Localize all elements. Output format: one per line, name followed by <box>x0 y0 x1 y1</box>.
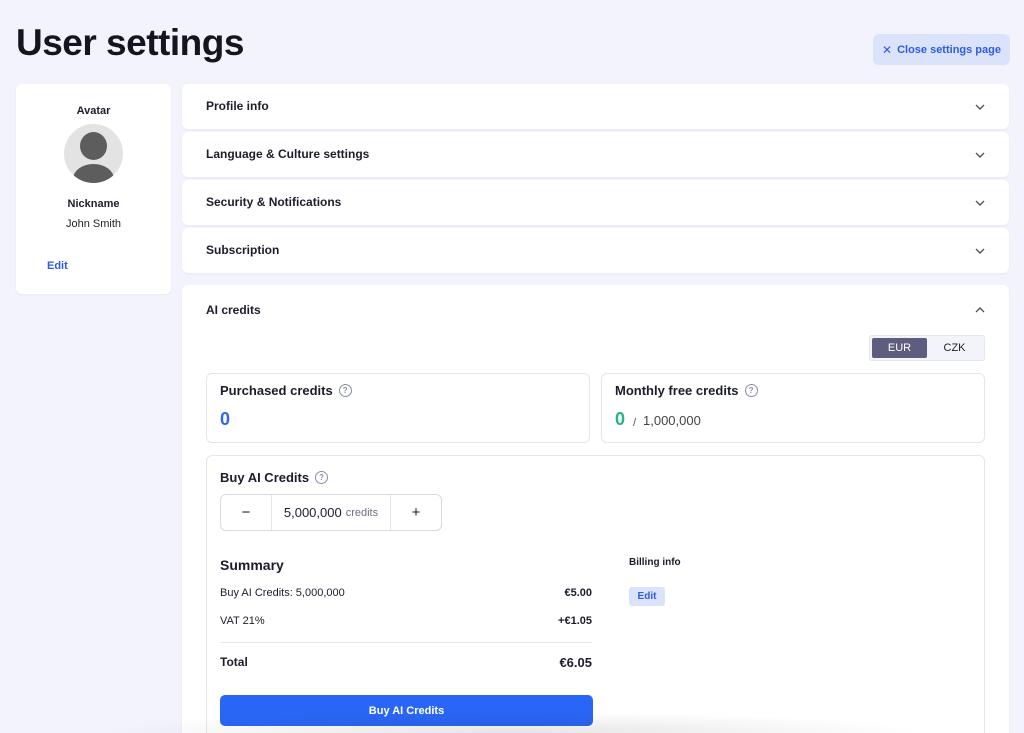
summary-divider <box>220 642 592 643</box>
avatar-label: Avatar <box>76 105 111 117</box>
monthly-free-credits-title: Monthly free credits ? <box>615 383 758 398</box>
summary-total-amount: €6.05 <box>559 655 592 670</box>
profile-card: Avatar Nickname John Smith Edit <box>16 84 171 294</box>
close-settings-button[interactable]: ✕ Close settings page <box>873 34 1010 65</box>
credits-separator: / <box>633 417 637 429</box>
page-title: User settings <box>16 22 244 63</box>
monthly-free-credits-limit: 1,000,000 <box>643 413 701 428</box>
decrement-button[interactable]: − <box>221 495 271 530</box>
help-circle-icon[interactable]: ? <box>315 471 329 484</box>
monthly-free-credits-card: Monthly free credits ? 0 / 1,000,000 <box>601 373 985 443</box>
summary-row-amount: €5.00 <box>564 587 592 599</box>
section-title: Security & Notifications <box>206 195 342 209</box>
section-subscription[interactable]: Subscription <box>182 228 1009 273</box>
purchased-credits-label: Purchased credits <box>220 383 333 398</box>
chevron-down-icon <box>975 152 985 158</box>
summary-total-label: Total <box>220 655 248 669</box>
chevron-down-icon <box>975 248 985 254</box>
purchased-credits-card: Purchased credits ? 0 <box>206 373 590 443</box>
summary-row: Buy AI Credits: 5,000,000 €5.00 <box>220 587 592 599</box>
section-title: Subscription <box>206 243 280 257</box>
monthly-free-credits-label: Monthly free credits <box>615 383 739 398</box>
credits-quantity-stepper: − 5,000,000 credits + <box>220 494 442 531</box>
close-icon: ✕ <box>882 42 893 57</box>
summary-row-amount: +€1.05 <box>558 615 592 627</box>
help-circle-icon[interactable]: ? <box>744 384 758 397</box>
profile-edit-link[interactable]: Edit <box>47 260 68 272</box>
nickname-value: John Smith <box>65 218 122 230</box>
user-avatar-icon <box>64 124 123 183</box>
summary-total-row: Total €6.05 <box>220 655 592 670</box>
chevron-down-icon <box>975 200 985 206</box>
section-profile-info[interactable]: Profile info <box>182 84 1009 129</box>
help-circle-icon[interactable]: ? <box>338 384 352 397</box>
billing-edit-button[interactable]: Edit <box>629 587 665 606</box>
summary-row: VAT 21% +€1.05 <box>220 615 592 627</box>
currency-option-eur[interactable]: EUR <box>872 338 927 358</box>
purchased-credits-title: Purchased credits ? <box>220 383 352 398</box>
chevron-up-icon[interactable] <box>975 305 985 315</box>
credits-amount-value: 5,000,000 <box>283 505 342 520</box>
currency-option-czk[interactable]: CZK <box>927 338 982 358</box>
billing-info-title: Billing info <box>629 557 681 568</box>
nickname-label: Nickname <box>67 198 120 210</box>
purchased-credits-value: 0 <box>220 409 231 429</box>
section-security-notifications[interactable]: Security & Notifications <box>182 180 1009 225</box>
credits-amount-unit: credits <box>345 506 379 519</box>
section-language-culture[interactable]: Language & Culture settings <box>182 132 1009 177</box>
summary-row-label: Buy AI Credits: 5,000,000 <box>220 587 345 599</box>
section-title: Language & Culture settings <box>206 147 370 161</box>
section-title: Profile info <box>206 99 269 113</box>
monthly-free-credits-value: 0 <box>615 409 626 429</box>
close-settings-label: Close settings page <box>897 43 1001 56</box>
section-title[interactable]: AI credits <box>206 303 261 317</box>
increment-button[interactable]: + <box>391 495 441 530</box>
buy-credits-label: Buy AI Credits <box>220 470 310 485</box>
buy-credits-title: Buy AI Credits ? <box>220 470 329 485</box>
chevron-down-icon <box>975 104 985 110</box>
buy-credits-card: Buy AI Credits ? − 5,000,000 credits + S… <box>206 455 985 733</box>
summary-row-label: VAT 21% <box>220 615 265 627</box>
currency-toggle: EUR CZK <box>869 335 985 361</box>
section-ai-credits: AI credits EUR CZK Purchased credits ? 0… <box>182 285 1009 733</box>
credits-amount-field[interactable]: 5,000,000 credits <box>271 495 391 530</box>
summary-title: Summary <box>220 557 284 573</box>
buy-credits-button[interactable]: Buy AI Credits <box>220 695 593 726</box>
